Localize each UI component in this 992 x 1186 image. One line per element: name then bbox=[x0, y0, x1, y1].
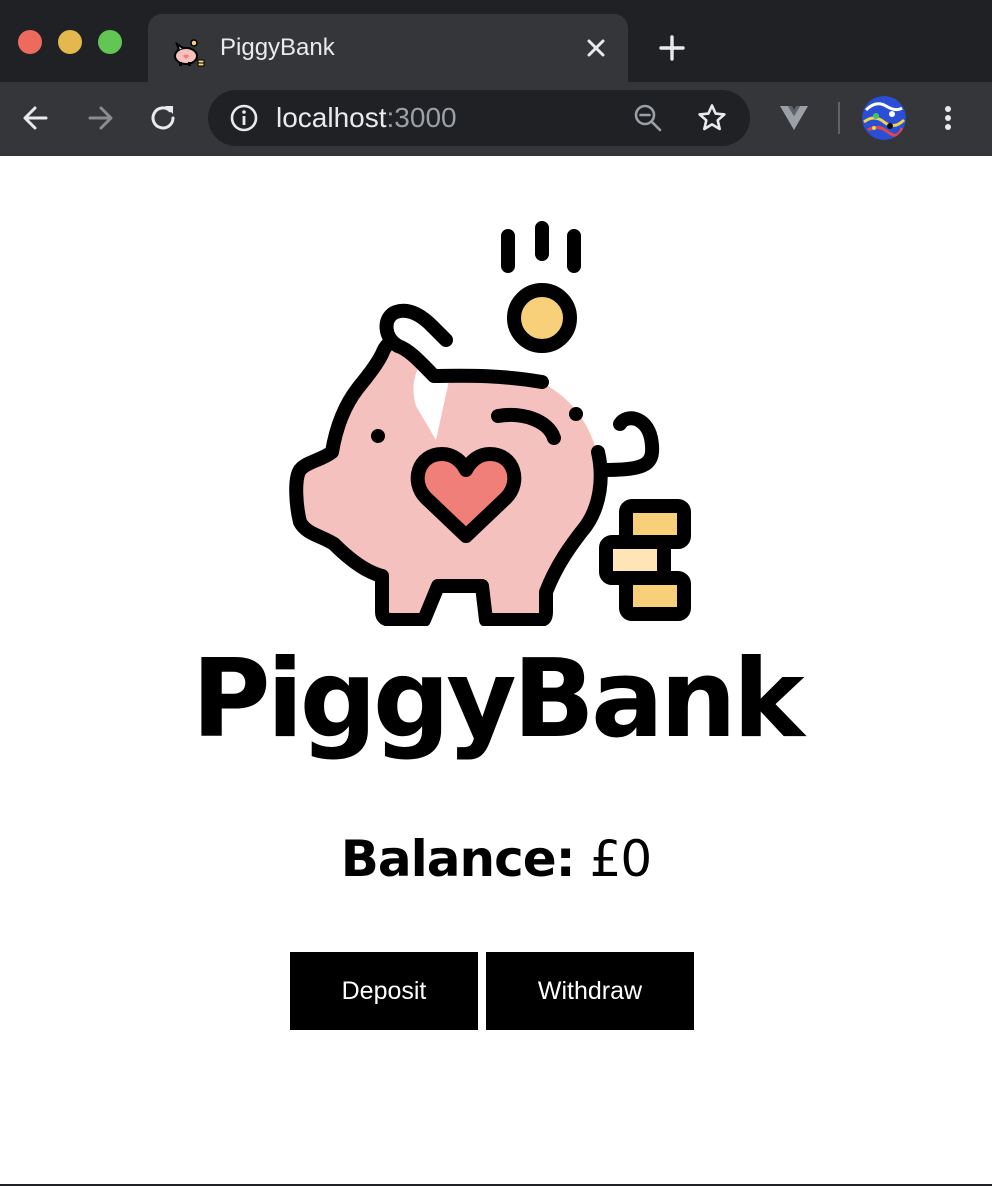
balance-label: Balance: bbox=[340, 830, 576, 888]
deposit-button[interactable]: Deposit bbox=[290, 952, 478, 1030]
url-port: :3000 bbox=[386, 102, 457, 133]
toolbar-divider bbox=[838, 102, 840, 134]
minimize-window-button[interactable] bbox=[58, 30, 82, 54]
url-text: localhost:3000 bbox=[276, 102, 457, 134]
piggy-bank-icon bbox=[289, 221, 691, 626]
page-content: PiggyBank Balance: £0 Deposit Withdraw bbox=[0, 156, 992, 1184]
zoom-out-icon[interactable] bbox=[632, 102, 664, 134]
url-host: localhost bbox=[276, 102, 387, 133]
avatar-image bbox=[862, 96, 906, 140]
reload-icon[interactable] bbox=[148, 102, 180, 134]
action-buttons: Deposit Withdraw bbox=[290, 952, 694, 1030]
menu-icon[interactable] bbox=[932, 102, 964, 134]
forward-icon[interactable] bbox=[84, 102, 116, 134]
tab-strip: PiggyBank bbox=[0, 0, 992, 82]
browser-window: PiggyBank localhost:3000 PiggyBank Balan… bbox=[0, 0, 992, 1186]
back-icon[interactable] bbox=[20, 102, 52, 134]
tab-title: PiggyBank bbox=[220, 34, 335, 61]
tab-piggybank[interactable]: PiggyBank bbox=[148, 14, 628, 82]
piggy-bank-icon bbox=[174, 39, 205, 67]
star-icon[interactable] bbox=[696, 102, 728, 134]
browser-toolbar: localhost:3000 bbox=[0, 82, 992, 156]
app-title: PiggyBank bbox=[191, 637, 804, 762]
profile-avatar[interactable] bbox=[862, 96, 906, 140]
new-tab-icon[interactable] bbox=[656, 32, 688, 64]
address-bar[interactable]: localhost:3000 bbox=[208, 90, 750, 146]
close-tab-icon[interactable] bbox=[584, 36, 608, 60]
close-window-button[interactable] bbox=[18, 30, 42, 54]
balance-value: £0 bbox=[589, 830, 653, 888]
withdraw-button[interactable]: Withdraw bbox=[486, 952, 694, 1030]
vue-devtools-icon[interactable] bbox=[778, 102, 810, 134]
maximize-window-button[interactable] bbox=[98, 30, 122, 54]
info-icon[interactable] bbox=[228, 102, 260, 134]
balance-display: Balance: £0 bbox=[0, 828, 992, 890]
